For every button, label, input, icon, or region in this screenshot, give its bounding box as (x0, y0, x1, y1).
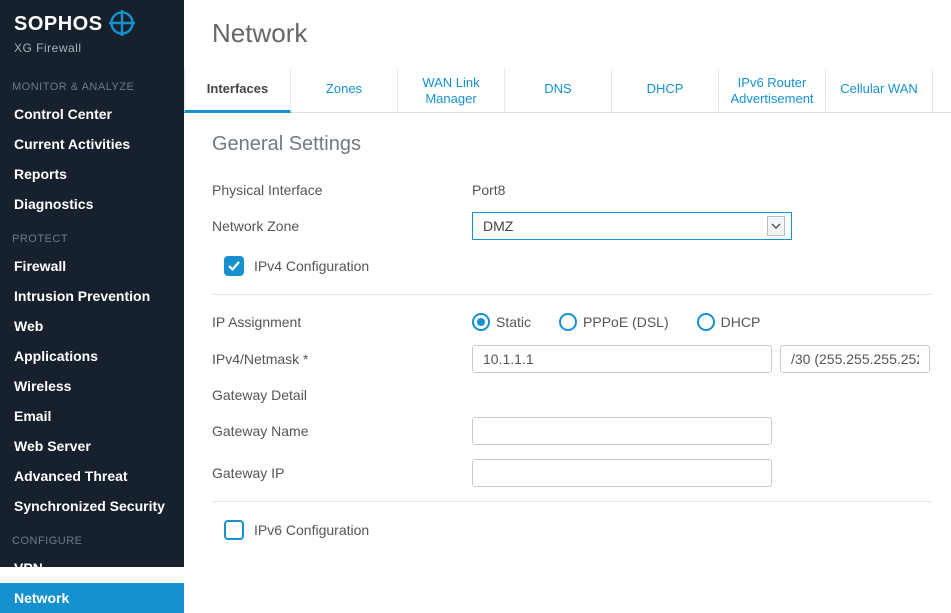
radio-static[interactable]: Static (472, 313, 531, 331)
ipv4-netmask-label: IPv4/Netmask * (212, 351, 472, 367)
sidebar-item-control-center[interactable]: Control Center (0, 99, 184, 129)
tab-dhcp[interactable]: DHCP (612, 69, 719, 112)
ip-assignment-group: Static PPPoE (DSL) DHCP (472, 313, 760, 331)
tab-zones[interactable]: Zones (291, 69, 398, 112)
ipv4-config-checkbox[interactable] (224, 256, 244, 276)
ipv6-config-label: IPv6 Configuration (254, 522, 369, 538)
sidebar-item-advanced-threat[interactable]: Advanced Threat (0, 461, 184, 491)
radio-icon (559, 313, 577, 331)
tab-wan-link-manager[interactable]: WAN Link Manager (398, 69, 505, 112)
section-title: General Settings (212, 133, 951, 156)
radio-pppoe-dsl-[interactable]: PPPoE (DSL) (559, 313, 669, 331)
tab-cellular-wan[interactable]: Cellular WAN (826, 69, 933, 112)
network-zone-value: DMZ (483, 218, 513, 234)
gateway-detail-heading: Gateway Detail (212, 387, 951, 403)
sidebar-item-network[interactable]: Network (0, 583, 184, 613)
radio-label: Static (496, 314, 531, 330)
sidebar-item-applications[interactable]: Applications (0, 341, 184, 371)
brand-name: SOPHOS (14, 13, 103, 36)
gateway-name-label: Gateway Name (212, 423, 472, 439)
sidebar-item-firewall[interactable]: Firewall (0, 251, 184, 281)
content: General Settings Physical Interface Port… (184, 113, 951, 558)
chevron-down-icon (767, 216, 785, 236)
gateway-ip-input[interactable] (472, 459, 772, 487)
nav-section-title: MONITOR & ANALYZE (0, 67, 184, 99)
radio-label: PPPoE (DSL) (583, 314, 669, 330)
sidebar-item-web[interactable]: Web (0, 311, 184, 341)
sidebar-item-diagnostics[interactable]: Diagnostics (0, 189, 184, 219)
nav-section-title: CONFIGURE (0, 521, 184, 553)
sidebar-item-synchronized-security[interactable]: Synchronized Security (0, 491, 184, 521)
gateway-name-input[interactable] (472, 417, 772, 445)
nav-section-title: PROTECT (0, 219, 184, 251)
network-zone-label: Network Zone (212, 218, 472, 234)
main-area: Network InterfacesZonesWAN Link ManagerD… (184, 0, 951, 567)
netmask-input[interactable] (780, 345, 930, 373)
brand-logo-icon (109, 10, 135, 39)
divider (212, 501, 932, 502)
brand-block: SOPHOS XG Firewall (0, 0, 184, 67)
physical-interface-label: Physical Interface (212, 182, 472, 198)
radio-icon (697, 313, 715, 331)
sidebar: SOPHOS XG Firewall MONITOR & ANALYZECont… (0, 0, 184, 567)
sidebar-item-intrusion-prevention[interactable]: Intrusion Prevention (0, 281, 184, 311)
ipv4-input[interactable] (472, 345, 772, 373)
tabs: InterfacesZonesWAN Link ManagerDNSDHCPIP… (184, 69, 951, 113)
sidebar-item-email[interactable]: Email (0, 401, 184, 431)
radio-label: DHCP (721, 314, 761, 330)
physical-interface-value: Port8 (472, 182, 505, 198)
radio-dhcp[interactable]: DHCP (697, 313, 761, 331)
page-title: Network (184, 0, 951, 69)
ipv4-config-label: IPv4 Configuration (254, 258, 369, 274)
sidebar-item-wireless[interactable]: Wireless (0, 371, 184, 401)
tab-dns[interactable]: DNS (505, 69, 612, 112)
tab-ipv6-router-advertisement[interactable]: IPv6 Router Advertisement (719, 69, 826, 112)
sidebar-item-current-activities[interactable]: Current Activities (0, 129, 184, 159)
radio-icon (472, 313, 490, 331)
ipv6-config-checkbox[interactable] (224, 520, 244, 540)
brand-product: XG Firewall (14, 41, 170, 55)
network-zone-select[interactable]: DMZ (472, 212, 792, 240)
sidebar-item-web-server[interactable]: Web Server (0, 431, 184, 461)
tab-interfaces[interactable]: Interfaces (184, 69, 291, 113)
sidebar-item-reports[interactable]: Reports (0, 159, 184, 189)
gateway-ip-label: Gateway IP (212, 465, 472, 481)
divider (212, 294, 932, 295)
ip-assignment-label: IP Assignment (212, 314, 472, 330)
sidebar-item-vpn[interactable]: VPN (0, 553, 184, 583)
